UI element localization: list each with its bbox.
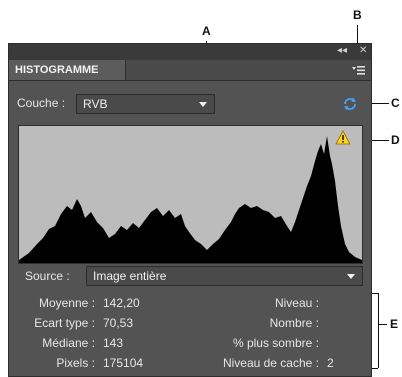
histogram-panel: ◂◂ ✕ HISTOGRAMME Couche : RVB Source: I… (8, 43, 372, 377)
stat-pixels-label: Pixels : (56, 356, 95, 370)
stat-percentile-label: % plus sombre : (232, 336, 319, 350)
panel-titlebar: ◂◂ ✕ (9, 44, 371, 60)
channel-label: Couche : (17, 96, 66, 110)
channel-dropdown[interactable]: RVB (76, 94, 215, 114)
callout-a: A (202, 24, 211, 38)
refresh-icon[interactable] (341, 95, 359, 113)
stat-median-label: Médiane : (42, 336, 95, 350)
callout-e-bracket-arm (378, 324, 387, 325)
source-value: Image entière (93, 269, 167, 283)
stat-stddev-value: 70,53 (103, 316, 134, 330)
panel-tab-row: HISTOGRAMME (9, 60, 371, 81)
histogram-display (18, 125, 363, 264)
warning-icon[interactable] (335, 130, 351, 145)
source-label: Source : (25, 269, 70, 283)
chevron-down-icon (347, 274, 355, 279)
stat-cache-level-value: 2 (327, 356, 334, 370)
close-icon[interactable]: ✕ (359, 45, 367, 56)
callout-b: B (353, 8, 362, 22)
stat-median-value: 143 (103, 336, 124, 350)
source-dropdown[interactable]: Image entière (86, 266, 363, 286)
collapse-icon[interactable]: ◂◂ (337, 45, 347, 56)
callout-c: C (391, 96, 400, 110)
channel-value: RVB (83, 97, 108, 111)
stat-stddev-label: Ecart type : (34, 316, 95, 330)
stat-count-label: Nombre : (269, 316, 319, 330)
histogram-graph (19, 136, 362, 263)
chevron-down-icon (199, 102, 207, 107)
panel-menu-icon[interactable] (351, 63, 365, 77)
callout-d: D (391, 133, 400, 147)
callout-e: E (390, 317, 399, 331)
tab-histogramme[interactable]: HISTOGRAMME (9, 60, 126, 80)
stat-pixels-value: 175104 (103, 356, 144, 370)
callout-e-bracket-vertical (378, 293, 379, 368)
stat-mean-value: 142,20 (103, 296, 140, 310)
stat-mean-label: Moyenne : (38, 296, 95, 310)
stat-level-label: Niveau : (274, 296, 319, 310)
stat-cache-level-label: Niveau de cache : (222, 356, 319, 370)
